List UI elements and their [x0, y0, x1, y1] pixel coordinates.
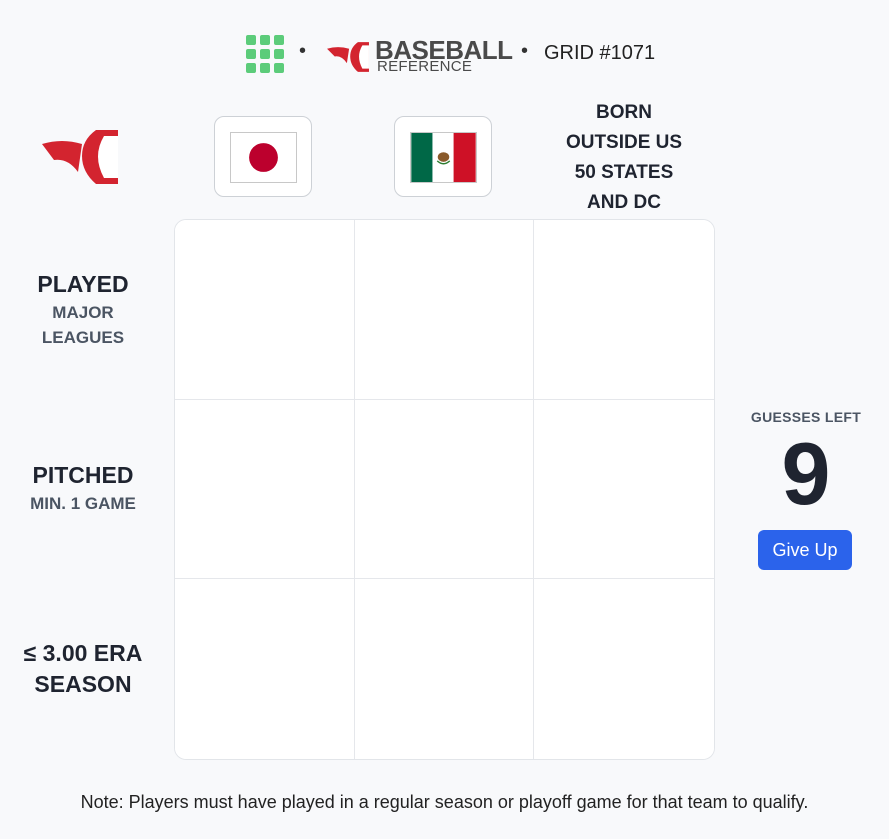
row-header-pitched[interactable]: PITCHED MIN. 1 GAME [0, 460, 166, 516]
header: • BASEBALL REFERENCE • GRID #1071 [0, 30, 889, 78]
immaculate-grid [174, 219, 715, 760]
grid-cell-r3-c1[interactable] [175, 579, 355, 759]
brand-reference: REFERENCE [377, 58, 473, 75]
baseball-reference-brand[interactable]: BASEBALL REFERENCE [322, 35, 513, 75]
grid-apps-icon[interactable] [246, 35, 284, 73]
guesses-left-count: 9 [781, 424, 831, 523]
grid-cell-r1-c2[interactable] [354, 220, 535, 400]
row-header-main: ≤ 3.00 ERA [23, 640, 143, 666]
baseball-reference-logo-icon [327, 42, 369, 72]
column-header-japan[interactable] [214, 116, 312, 197]
column-header-line: AND DC [587, 192, 661, 213]
grid-cell-r3-c3[interactable] [534, 579, 714, 759]
row-header-sub: MIN. 1 GAME [30, 494, 136, 513]
separator-dot: • [299, 40, 307, 62]
column-header-mexico[interactable] [394, 116, 492, 197]
give-up-button[interactable]: Give Up [758, 530, 852, 570]
row-header-main: PLAYED [37, 271, 129, 297]
guesses-left-label: GUESSES LEFT [750, 409, 862, 425]
row-header-main: SEASON [34, 671, 132, 697]
row-header-sub: LEAGUES [41, 328, 125, 347]
row-header-sub: MAJOR [52, 303, 114, 322]
column-header-line: OUTSIDE US [565, 132, 683, 153]
grid-cell-r2-c2[interactable] [354, 399, 535, 580]
footer-note: Note: Players must have played in a regu… [80, 792, 809, 812]
mexico-flag-icon [410, 132, 477, 183]
row-header-era-season[interactable]: ≤ 3.00 ERA SEASON [0, 638, 166, 700]
baseball-reference-logo-icon [42, 130, 118, 184]
grid-cell-r1-c3[interactable] [534, 220, 714, 400]
row-header-main: PITCHED [32, 462, 134, 488]
column-header-born-outside-us[interactable]: BORN OUTSIDE US 50 STATES AND DC [545, 98, 703, 218]
grid-cell-r1-c1[interactable] [175, 220, 355, 400]
row-header-played-major-leagues[interactable]: PLAYED MAJOR LEAGUES [0, 269, 166, 350]
column-header-line: BORN [596, 102, 652, 123]
japan-flag-icon [230, 132, 297, 183]
grid-number: GRID #1071 [544, 42, 656, 64]
grid-cell-r3-c2[interactable] [354, 579, 535, 759]
separator-dot: • [521, 40, 529, 62]
grid-cell-r2-c1[interactable] [175, 399, 355, 580]
column-header-line: 50 STATES [574, 162, 674, 183]
grid-cell-r2-c3[interactable] [534, 399, 714, 580]
